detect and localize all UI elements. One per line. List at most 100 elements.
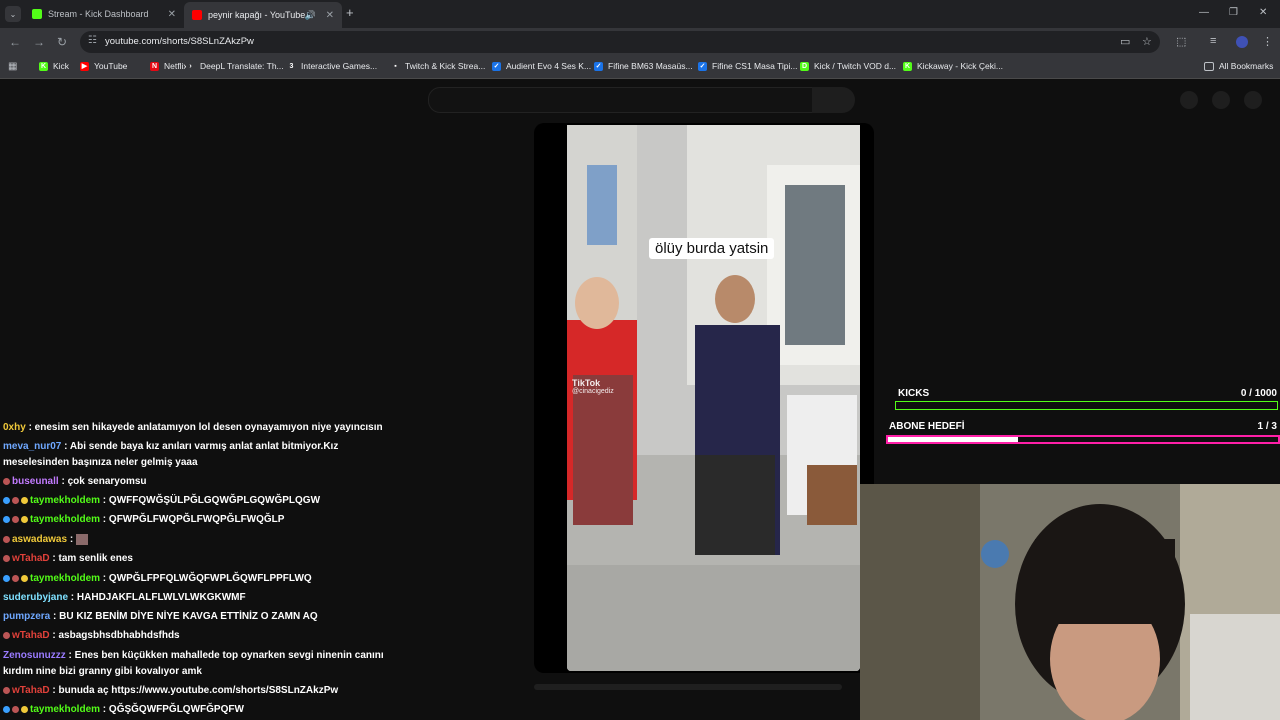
speaker-icon[interactable]: 🔊 bbox=[305, 10, 316, 21]
extensions-icon[interactable]: ⬚ bbox=[1176, 35, 1186, 48]
site-info-icon[interactable]: ☷ bbox=[88, 35, 97, 46]
chat-message: wTahaD : bunuda aç https://www.youtube.c… bbox=[3, 683, 393, 699]
bookmark-item[interactable]: N Netflix bbox=[150, 61, 188, 71]
bookmark-item[interactable]: K Kickaway - Kick Çeki... bbox=[903, 61, 1003, 71]
shorts-video[interactable] bbox=[567, 125, 860, 671]
bookmark-label: Interactive Games... bbox=[301, 61, 378, 71]
chat-badge-icon bbox=[3, 631, 10, 639]
chat-username[interactable]: 0xhy bbox=[3, 422, 26, 433]
chat-username[interactable]: taymekholdem bbox=[30, 573, 100, 584]
chat-badge-icon bbox=[12, 496, 19, 504]
close-tab-icon[interactable]: ✕ bbox=[168, 9, 176, 20]
create-icon[interactable] bbox=[1180, 91, 1198, 109]
tiktok-watermark: TikTok @cinacigediz bbox=[572, 378, 614, 395]
chat-message: Zenosunuzzz : Enes ben küçükken mahalled… bbox=[3, 648, 393, 680]
video-progress-bar[interactable] bbox=[534, 684, 842, 690]
chat-badge-icon bbox=[3, 496, 10, 504]
address-bar[interactable]: ☷ youtube.com/shorts/S8SLnZAkzPw bbox=[80, 31, 1160, 53]
account-avatar[interactable] bbox=[1244, 91, 1262, 109]
chat-username[interactable]: pumpzera bbox=[3, 611, 50, 622]
chat-message: 0xhy : enesim sen hikayede anlatamıyon l… bbox=[3, 420, 393, 436]
tab-search-button[interactable]: ⌄ bbox=[5, 6, 21, 22]
close-tab-icon[interactable]: ✕ bbox=[326, 10, 334, 21]
bookmark-item[interactable]: ✓ Fifine BM63 Masaüs... bbox=[594, 61, 693, 71]
chat-username[interactable]: Zenosunuzzz bbox=[3, 650, 66, 661]
chat-message: suderubyjane : HAHDJAKFLALFLWLVLWKGKWMF bbox=[3, 590, 393, 606]
chat-message: taymekholdem : QFWPĞLFWQPĞLFWQPĞLFWQĞLP bbox=[3, 512, 393, 528]
chat-badge-icon bbox=[3, 686, 10, 694]
install-app-icon[interactable]: ▭ bbox=[1120, 35, 1130, 48]
bookmark-star-icon[interactable]: ☆ bbox=[1142, 35, 1152, 48]
menu-icon[interactable]: ⋮ bbox=[1262, 35, 1273, 48]
chat-username[interactable]: buseunall bbox=[12, 476, 59, 487]
chat-text: : QĞŞĞQWFPĞLQWFĞPQFW bbox=[100, 704, 244, 715]
profile-avatar[interactable] bbox=[1236, 36, 1248, 48]
tab-youtube[interactable]: peynir kapağı - YouTube 🔊 ✕ bbox=[184, 2, 342, 28]
chat-username[interactable]: taymekholdem bbox=[30, 514, 100, 525]
chat-message: pumpzera : BU KIZ BENİM DİYE NİYE KAVGA … bbox=[3, 609, 393, 625]
chat-username[interactable]: wTahaD bbox=[12, 553, 50, 564]
apps-icon[interactable]: ▦ bbox=[8, 61, 17, 72]
bookmark-item[interactable]: ✓ Audient Evo 4 Ses K... bbox=[492, 61, 591, 71]
bookmark-item[interactable]: › DeepL Translate: Th... bbox=[186, 61, 284, 71]
chat-username[interactable]: meva_nur07 bbox=[3, 441, 61, 452]
forward-icon[interactable]: → bbox=[33, 35, 45, 49]
chat-username[interactable]: wTahaD bbox=[12, 630, 50, 641]
chat-username[interactable]: wTahaD bbox=[12, 685, 50, 696]
chat-message: meva_nur07 : Abi sende baya kız anıları … bbox=[3, 439, 393, 471]
bookmark-favicon-icon: ✓ bbox=[698, 61, 707, 71]
bookmark-favicon-icon: ▶ bbox=[80, 61, 89, 71]
chat-badge-icon bbox=[21, 515, 28, 523]
bookmark-label: Kickaway - Kick Çeki... bbox=[917, 61, 1003, 71]
chat-username[interactable]: suderubyjane bbox=[3, 592, 68, 603]
youtube-search-input[interactable] bbox=[428, 87, 814, 113]
chat-badge-icon bbox=[21, 705, 28, 713]
bookmark-item[interactable]: ▶ YouTube bbox=[80, 61, 127, 71]
chat-message: taymekholdem : QĞŞĞQWFPĞLQWFĞPQFW bbox=[3, 702, 393, 718]
bookmark-label: YouTube bbox=[94, 61, 128, 71]
restore-icon[interactable]: ❐ bbox=[1229, 7, 1238, 18]
video-frame-scene bbox=[567, 125, 860, 671]
all-bookmarks-button[interactable]: All Bookmarks bbox=[1204, 61, 1273, 71]
chat-text: : asbagsbhsdbhabhdsfhds bbox=[49, 630, 180, 641]
media-controls-icon[interactable]: ≡ bbox=[1210, 35, 1216, 47]
reload-icon[interactable]: ↻ bbox=[57, 35, 67, 49]
tiktok-logo-text: TikTok bbox=[572, 378, 601, 388]
minimize-icon[interactable]: — bbox=[1199, 7, 1209, 18]
webcam-feed bbox=[860, 484, 1280, 720]
stream-goals-overlay: KICKS 0 / 1000 ABONE HEDEFİ 1 / 3 bbox=[886, 384, 1280, 454]
chat-message: buseunall : çok senaryomsu bbox=[3, 474, 393, 490]
chat-username[interactable]: taymekholdem bbox=[30, 704, 100, 715]
chat-badge-icon bbox=[12, 515, 19, 523]
kicks-goal-count: 0 / 1000 bbox=[1240, 388, 1277, 399]
tab-title: peynir kapağı - YouTube bbox=[208, 10, 306, 20]
bookmark-label: DeepL Translate: Th... bbox=[200, 61, 284, 71]
back-icon[interactable]: ← bbox=[9, 35, 21, 49]
notifications-icon[interactable] bbox=[1212, 91, 1230, 109]
bookmark-favicon-icon: D bbox=[800, 61, 809, 71]
chat-username[interactable]: aswadawas bbox=[12, 534, 67, 545]
subscriber-goal-label: ABONE HEDEFİ bbox=[889, 421, 965, 432]
chat-badge-icon bbox=[21, 496, 28, 504]
close-window-icon[interactable]: ✕ bbox=[1259, 7, 1267, 18]
bookmark-item[interactable]: 3 Interactive Games... bbox=[287, 61, 377, 71]
chat-badge-icon bbox=[12, 574, 19, 582]
chat-message: taymekholdem : QWPĞLFPFQLWĞQFWPLĞQWFLPPF… bbox=[3, 571, 393, 587]
chat-badge-icon bbox=[21, 574, 28, 582]
tab-kick-dashboard[interactable]: Stream - Kick Dashboard ✕ bbox=[24, 3, 184, 25]
bookmark-item[interactable]: ▪ Twitch & Kick Strea... bbox=[391, 61, 485, 71]
chat-username[interactable]: taymekholdem bbox=[30, 495, 100, 506]
chat-emote-icon bbox=[75, 533, 88, 545]
all-bookmarks-label: All Bookmarks bbox=[1219, 61, 1274, 71]
subscriber-progress-bar bbox=[886, 435, 1280, 444]
kicks-goal-label: KICKS bbox=[898, 388, 930, 399]
chat-badge-icon bbox=[3, 535, 10, 543]
bookmark-label: Fifine BM63 Masaüs... bbox=[608, 61, 693, 71]
bookmark-item[interactable]: D Kick / Twitch VOD d... bbox=[800, 61, 896, 71]
new-tab-button[interactable]: + bbox=[346, 6, 354, 20]
chat-badge-icon bbox=[3, 515, 10, 523]
webcam-scene bbox=[860, 484, 1280, 720]
youtube-search-button[interactable] bbox=[812, 87, 855, 113]
bookmark-item[interactable]: ✓ Fifine CS1 Masa Tipi... bbox=[698, 61, 798, 71]
bookmark-item[interactable]: K Kick bbox=[39, 61, 69, 71]
